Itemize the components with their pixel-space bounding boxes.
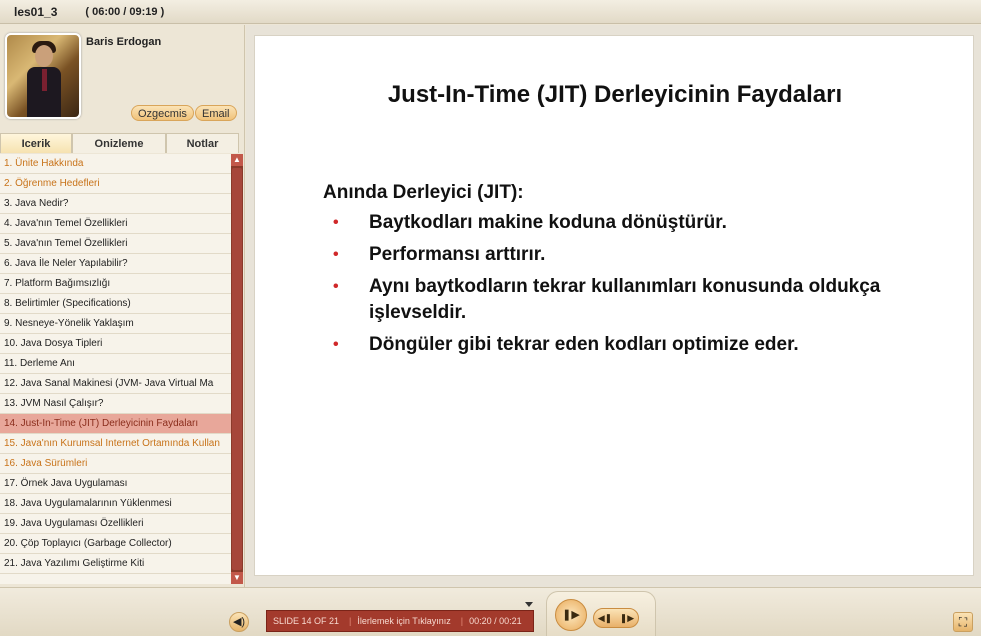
slide-nav: ◀❚ ❚▶ [593,608,639,628]
advance-hint: İlerlemek için Tıklayınız [357,616,451,626]
outline-item[interactable]: 12. Java Sanal Makinesi (JVM- Java Virtu… [0,374,231,394]
outline-item[interactable]: 18. Java Uygulamalarının Yüklenmesi [0,494,231,514]
cv-button[interactable]: Ozgecmis [131,105,194,121]
outline-item[interactable]: 9. Nesneye-Yönelik Yaklaşım [0,314,231,334]
bullet-item: • Baytkodları makine koduna dönüştürür. [333,210,933,236]
previous-slide-icon[interactable]: ◀❚ [598,613,612,624]
playback-group: ❚▶ ◀❚ ❚▶ [546,591,656,636]
presenter-card: Baris Erdogan Ozgecmis Email [0,25,245,125]
scroll-up-icon[interactable]: ▲ [231,154,243,166]
outline-item[interactable]: 10. Java Dosya Tipleri [0,334,231,354]
tab-onizleme[interactable]: Onizleme [72,133,166,153]
bullet-icon: • [333,278,339,295]
bullet-item: • Döngüler gibi tekrar eden kodları optim… [333,332,933,358]
outline-item[interactable]: 7. Platform Bağımsızlığı [0,274,231,294]
top-bar: les01_3 ( 06:00 / 09:19 ) [0,0,981,24]
outline-item[interactable]: 15. Java'nın Kurumsal Internet Ortamında… [0,434,231,454]
slide-bullets: • Baytkodları makine koduna dönüştürür. •… [333,210,933,364]
outline-item[interactable]: 5. Java'nın Temel Özellikleri [0,234,231,254]
status-dropdown-icon[interactable] [525,602,533,607]
volume-icon[interactable]: ◀) [229,612,249,632]
outline-item[interactable]: 4. Java'nın Temel Özellikleri [0,214,231,234]
bullet-item: • Performansı arttırır. [333,242,933,268]
scroll-down-icon[interactable]: ▼ [231,572,243,584]
scroll-thumb[interactable] [232,168,242,570]
slide[interactable]: Just-In-Time (JIT) Derleyicinin Faydalar… [254,35,974,576]
outline-item[interactable]: 20. Çöp Toplayıcı (Garbage Collector) [0,534,231,554]
sidebar: Baris Erdogan Ozgecmis Email Icerik Oniz… [0,25,245,587]
outline-item[interactable]: 19. Java Uygulaması Özellikleri [0,514,231,534]
email-button[interactable]: Email [195,105,237,121]
status-bar[interactable]: SLIDE 14 OF 21 | İlerlemek için Tıklayınız… [266,610,534,632]
outline-item[interactable]: 17. Örnek Java Uygulaması [0,474,231,494]
slide-subtitle: Anında Derleyici (JIT): [323,182,524,203]
presenter-name: Baris Erdogan [86,36,162,48]
bullet-item: • Aynı baytkodların tekrar kullanımları k… [333,276,881,323]
outline-item[interactable]: 3. Java Nedir? [0,194,231,214]
outline-item[interactable]: 6. Java İle Neler Yapılabilir? [0,254,231,274]
outline-item[interactable]: 21. Java Yazılımı Geliştirme Kiti [0,554,231,574]
bullet-icon: • [333,246,339,263]
outline-scrollbar[interactable]: ▲ ▼ [231,154,243,584]
lesson-time: ( 06:00 / 09:19 ) [85,5,165,18]
sidebar-tabs: Icerik Onizleme Notlar [0,133,245,153]
outline-item[interactable]: 1. Ünite Hakkında [0,154,231,174]
bullet-icon: • [333,214,339,231]
outline-item[interactable]: 2. Öğrenme Hedefleri [0,174,231,194]
bullet-icon: • [333,336,339,353]
slide-area: Just-In-Time (JIT) Derleyicinin Faydalar… [246,25,981,587]
fullscreen-icon[interactable]: ⛶ [953,612,973,632]
outline-item[interactable]: 8. Belirtimler (Specifications) [0,294,231,314]
play-pause-button[interactable]: ❚▶ [555,599,587,631]
slide-title: Just-In-Time (JIT) Derleyicinin Faydalar… [387,81,843,108]
outline-item[interactable]: 16. Java Sürümleri [0,454,231,474]
tab-icerik[interactable]: Icerik [0,133,72,153]
slide-counter: SLIDE 14 OF 21 [273,616,340,626]
lesson-title: les01_3 [14,4,58,19]
next-slide-icon[interactable]: ❚▶ [620,613,634,624]
outline-item[interactable]: 13. JVM Nasıl Çalışır? [0,394,231,414]
presenter-photo [5,33,81,119]
outline-item-current[interactable]: 14. Just-In-Time (JIT) Derleyicinin Fayd… [0,414,231,434]
outline-list: 1. Ünite Hakkında 2. Öğrenme Hedefleri 3… [0,154,231,584]
outline-item[interactable]: 11. Derleme Anı [0,354,231,374]
player-controls: ◀) SLIDE 14 OF 21 | İlerlemek için Tıklayı… [0,587,981,636]
slide-time: 00:20 / 00:21 [469,616,522,626]
tab-notlar[interactable]: Notlar [166,133,239,153]
